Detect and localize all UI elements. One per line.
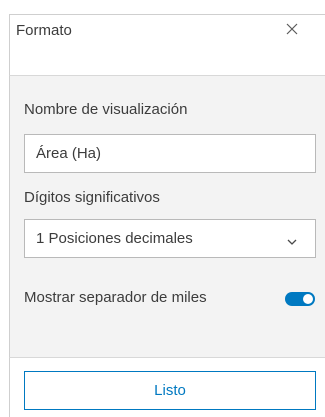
panel-title: Formato bbox=[16, 22, 72, 39]
done-button[interactable]: Listo bbox=[24, 371, 316, 410]
significant-digits-label: Dígitos significativos bbox=[24, 189, 160, 206]
thousands-separator-toggle[interactable] bbox=[285, 292, 315, 306]
display-name-value: Área (Ha) bbox=[36, 145, 102, 162]
significant-digits-value: 1 Posiciones decimales bbox=[36, 230, 193, 247]
significant-digits-select[interactable]: 1 Posiciones decimales bbox=[24, 219, 316, 258]
thousands-separator-label: Mostrar separador de miles bbox=[24, 289, 207, 306]
close-icon[interactable] bbox=[284, 21, 300, 37]
toggle-knob bbox=[303, 294, 313, 304]
display-name-input[interactable]: Área (Ha) bbox=[24, 134, 316, 173]
format-panel: Formato Nombre de visualización Área (Ha… bbox=[0, 0, 325, 417]
display-name-label: Nombre de visualización bbox=[24, 101, 188, 118]
chevron-down-icon bbox=[286, 234, 298, 245]
